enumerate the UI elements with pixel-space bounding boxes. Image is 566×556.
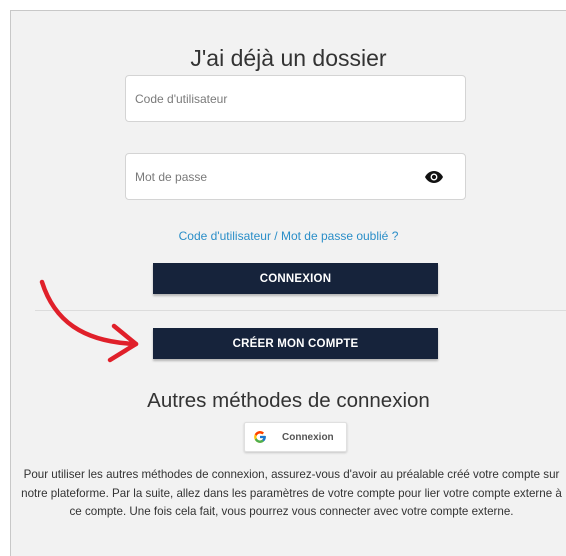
google-login-button[interactable]: Connexion [244, 422, 347, 452]
page-title: J'ai déjà un dossier [190, 45, 387, 71]
user-code-input[interactable] [126, 76, 405, 121]
password-input[interactable] [126, 154, 405, 199]
user-code-field[interactable] [125, 75, 466, 122]
google-button-label: Connexion [282, 431, 334, 443]
other-methods-title: Autres méthodes de connexion [147, 389, 430, 412]
google-icon [254, 431, 266, 443]
red-arrow-icon [39, 279, 139, 363]
password-field[interactable] [125, 153, 466, 200]
forgot-credentials-link[interactable]: Code d'utilisateur / Mot de passe oublié… [11, 229, 566, 243]
connect-button[interactable]: CONNEXION [153, 263, 438, 294]
create-account-button[interactable]: CRÉER MON COMPTE [153, 328, 438, 359]
eye-icon[interactable] [425, 170, 443, 184]
other-methods-info: Pour utiliser les autres méthodes de con… [21, 468, 562, 518]
